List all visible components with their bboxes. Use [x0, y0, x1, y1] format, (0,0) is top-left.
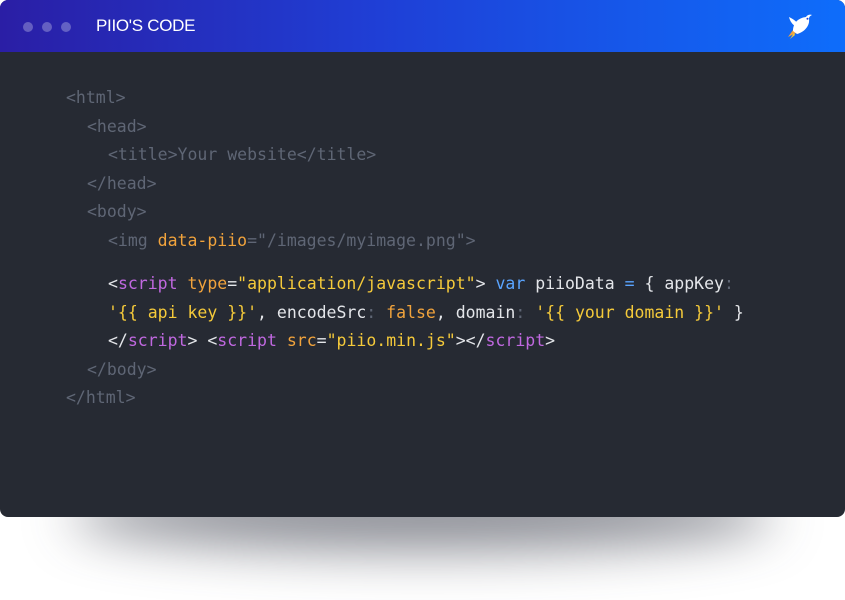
code-line-5: <body>: [87, 202, 147, 221]
window-dot-2: [42, 22, 52, 32]
code-line-6: <img data-piio="/images/myimage.png">: [108, 231, 476, 250]
code-line-3: <title>Your website</title>: [108, 145, 377, 164]
code-line-7: <script type="application/javascript"> v…: [108, 274, 734, 293]
window-dot-3: [61, 22, 71, 32]
code-line-8: '{{ api key }}', encodeSrc: false, domai…: [108, 303, 744, 322]
code-block: <html> <head> <title>Your website</title…: [0, 0, 744, 407]
code-line-4: </head>: [87, 174, 157, 193]
code-line-10: </body>: [87, 360, 157, 379]
bird-rocket-icon: [788, 14, 812, 39]
code-line-9: </script> <script src="piio.min.js"></sc…: [108, 331, 556, 350]
code-line-11: </html>: [66, 388, 136, 407]
code-line-2: <head>: [87, 117, 147, 136]
code-line-1: <html>: [66, 88, 126, 107]
window-title: PIIO'S CODE: [96, 16, 196, 35]
code-window: PIIO'S CODE <html> <head> <title>Your we…: [0, 0, 845, 517]
window-titlebar: PIIO'S CODE: [0, 0, 845, 52]
